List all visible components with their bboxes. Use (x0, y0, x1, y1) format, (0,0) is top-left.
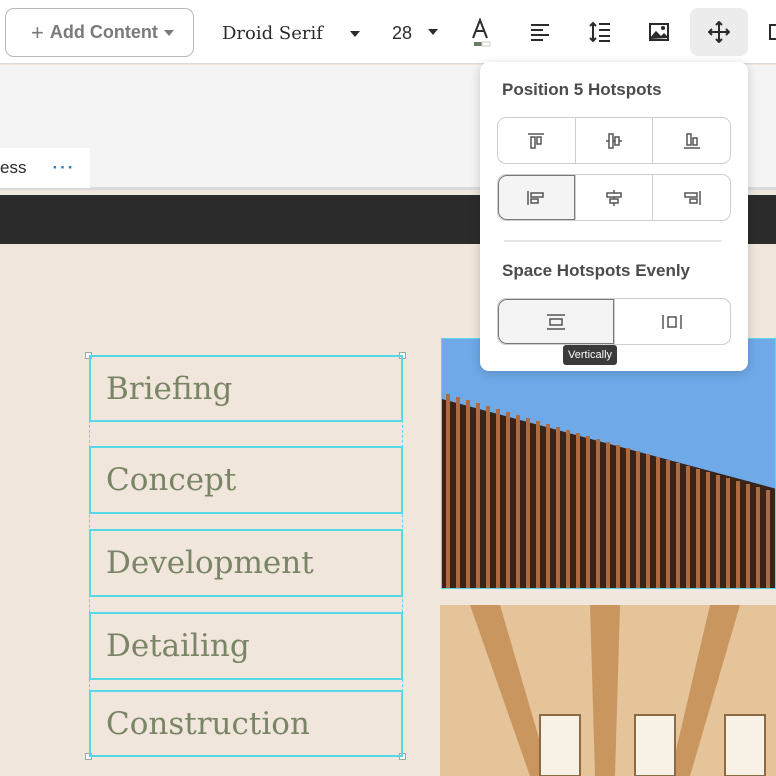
plus-icon: + (31, 19, 44, 45)
hotspot-label: Detailing (106, 628, 250, 664)
facade-image (442, 339, 775, 588)
more-options-button[interactable]: ··· (52, 158, 75, 178)
move-button[interactable] (690, 8, 748, 56)
position-hotspots-panel: Position 5 Hotspots Space Hotspots Evenl… (480, 62, 748, 371)
hotspot-label: Concept (106, 462, 237, 498)
export-icon (769, 24, 776, 40)
hotspot-label: Construction (106, 705, 310, 742)
interior-photo[interactable] (440, 605, 776, 776)
align-top-icon (528, 132, 545, 149)
line-height-icon (589, 21, 610, 43)
hotspot-briefing[interactable]: Briefing (89, 355, 403, 422)
space-horizontally-icon (662, 314, 682, 329)
facade-photo[interactable] (441, 338, 776, 589)
image-icon (649, 23, 669, 41)
font-family-select[interactable]: Droid Serif (222, 20, 362, 46)
panel-divider (504, 240, 722, 242)
space-evenly-title: Space Hotspots Evenly (502, 261, 691, 280)
align-middle-icon (606, 132, 622, 149)
align-left-icon (527, 190, 545, 205)
position-panel-title: Position 5 Hotspots (502, 80, 662, 99)
toolbar: + Add Content Droid Serif 28 (0, 0, 776, 64)
vertical-align-group (497, 117, 731, 164)
align-left-hotspots-button[interactable] (498, 175, 575, 220)
line-height-button[interactable] (580, 12, 620, 52)
chevron-down-icon (350, 31, 360, 37)
image-button[interactable] (639, 12, 679, 52)
font-family-value: Droid Serif (222, 22, 323, 44)
horizontal-align-group (497, 174, 731, 221)
align-right-icon (683, 190, 701, 205)
breadcrumb-text: ess (0, 158, 27, 177)
hotspot-concept[interactable]: Concept (89, 446, 403, 514)
space-evenly-group (497, 298, 731, 345)
align-left-button[interactable] (520, 12, 560, 52)
add-content-label: Add Content (49, 22, 158, 42)
add-content-button[interactable]: + Add Content (5, 8, 194, 57)
align-bottom-icon (683, 132, 700, 149)
hotspot-development[interactable]: Development (89, 529, 403, 597)
align-center-icon (606, 189, 622, 206)
text-color-button[interactable] (460, 12, 500, 52)
move-icon (708, 21, 730, 43)
hotspot-construction[interactable]: Construction (89, 690, 403, 757)
space-horizontally-button[interactable] (613, 299, 731, 344)
hotspot-label: Briefing (106, 370, 233, 407)
align-right-hotspots-button[interactable] (652, 175, 730, 220)
align-center-hotspots-button[interactable] (574, 175, 653, 220)
chevron-down-icon (163, 29, 174, 36)
space-vertically-button[interactable] (498, 299, 614, 344)
space-vertically-icon (546, 313, 565, 330)
align-bottom-button[interactable] (652, 118, 730, 163)
align-left-icon (531, 24, 549, 41)
text-color-icon (472, 17, 491, 47)
tooltip: Vertically (563, 345, 618, 365)
font-size-select[interactable]: 28 (392, 20, 440, 46)
align-middle-button[interactable] (574, 118, 653, 163)
interior-image (440, 605, 776, 776)
hotspot-label: Development (106, 545, 314, 581)
chevron-down-icon (428, 29, 438, 35)
align-top-button[interactable] (498, 118, 575, 163)
breadcrumb: ess ··· (0, 148, 90, 188)
font-size-value: 28 (392, 22, 413, 43)
more-toolbar-button[interactable] (760, 12, 776, 52)
hotspot-detailing[interactable]: Detailing (89, 612, 403, 680)
